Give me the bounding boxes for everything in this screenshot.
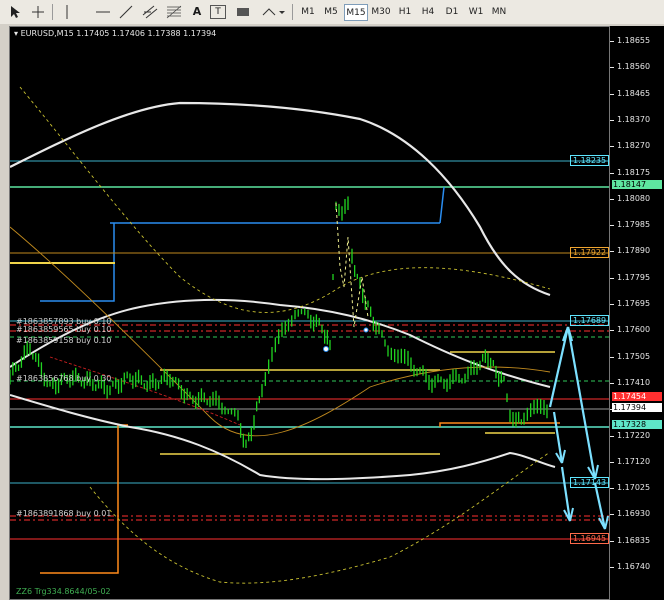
- price-scale-tick: [610, 93, 614, 95]
- projection-arrow-far: [593, 482, 607, 530]
- price-scale-label: 1.18270: [617, 141, 651, 151]
- order-label-4[interactable]: #1863856768 buy 0.30: [16, 374, 111, 383]
- price-chart[interactable]: ▾ EURUSD,M15 1.17405 1.17406 1.17388 1.1…: [9, 26, 610, 600]
- order-label-2[interactable]: #1863859565 buy 0.10: [16, 325, 111, 334]
- price-scale-tick: [610, 567, 614, 568]
- chart-marker: [323, 346, 329, 352]
- current-price-marker: 1.17394: [612, 403, 662, 412]
- dotted-envelope-upper: [19, 86, 551, 313]
- cursor-arrow-icon[interactable]: [8, 3, 24, 20]
- price-marker-2: 1.18147: [612, 180, 662, 189]
- price-scale-tick: [610, 330, 614, 332]
- price-scale-tick: [610, 277, 614, 279]
- price-scale-label: 1.18560: [617, 62, 651, 72]
- price-scale-label: 1.17410: [617, 377, 651, 387]
- price-scale-tick: [610, 119, 614, 121]
- symbol-info-text: EURUSD,M15 1.17405 1.17406 1.17388 1.173…: [20, 29, 217, 38]
- price-marker-7: 1.16945: [570, 533, 609, 544]
- price-marker-4: 1.17689: [570, 315, 609, 326]
- price-scale-tick: [610, 198, 614, 200]
- zigzag-dashes: [335, 202, 369, 328]
- price-scale-tick: [610, 435, 614, 437]
- price-marker-5: 1.17328: [612, 420, 662, 429]
- projection-arrow-up: [548, 326, 570, 408]
- price-scale-label: 1.18080: [617, 193, 651, 203]
- price-scale-tick: [610, 382, 614, 384]
- price-scale-tick: [610, 488, 614, 490]
- timeframe-h1[interactable]: H1: [396, 4, 414, 19]
- order-label-5[interactable]: #1863891868 buy 0.01: [16, 509, 111, 518]
- timeframe-m15[interactable]: M15: [344, 4, 368, 21]
- price-scale-tick: [610, 41, 614, 42]
- indicator-footer: ZZ6 Trg334.8644/05-02: [16, 587, 111, 596]
- projection-arrow-down-right: [566, 326, 597, 480]
- price-marker-1: 1.18235: [570, 155, 609, 166]
- price-scale-label: 1.17120: [617, 456, 651, 466]
- timeframe-m1[interactable]: M1: [299, 4, 317, 19]
- timeframe-m30[interactable]: M30: [370, 4, 392, 19]
- price-scale-tick: [610, 225, 614, 227]
- crosshair-icon[interactable]: [30, 3, 46, 20]
- price-scale-label: 1.18655: [617, 36, 651, 45]
- price-marker-red: 1.17454: [612, 392, 662, 401]
- price-scale-label: 1.17985: [617, 220, 651, 230]
- timeframe-mn[interactable]: MN: [489, 4, 509, 19]
- timeframe-w1[interactable]: W1: [467, 4, 485, 19]
- lower-band: [10, 394, 556, 481]
- price-scale-label: 1.17890: [617, 246, 651, 256]
- shapes-dropdown-icon[interactable]: [260, 3, 286, 20]
- price-scale-label: 1.17220: [617, 430, 651, 440]
- horizontal-line-icon[interactable]: [95, 3, 111, 20]
- price-scale-label: 1.17600: [617, 325, 651, 335]
- timeframe-h4[interactable]: H4: [419, 4, 437, 19]
- timeframe-m5[interactable]: M5: [322, 4, 340, 19]
- price-scale-label: 1.16740: [617, 562, 651, 571]
- price-scale-tick: [610, 172, 614, 174]
- price-scale-tick: [610, 514, 614, 516]
- dotted-envelope-lower: [89, 451, 551, 584]
- price-scale-tick: [610, 356, 614, 358]
- timeframe-d1[interactable]: D1: [443, 4, 461, 19]
- price-marker-6: 1.17143: [570, 477, 609, 488]
- trendline-icon[interactable]: [118, 3, 134, 20]
- price-scale-label: 1.16835: [617, 535, 651, 545]
- text-tool-button[interactable]: A: [190, 3, 204, 20]
- price-scale-tick: [610, 540, 614, 542]
- price-scale-label: 1.17505: [617, 351, 651, 361]
- price-scale-label: 1.17025: [617, 483, 651, 493]
- orange-step-line: [40, 424, 128, 574]
- price-scale-tick: [610, 461, 614, 463]
- price-scale-tick: [610, 251, 614, 253]
- price-scale-tick: [610, 67, 614, 69]
- price-scale-label: 1.18465: [617, 88, 651, 98]
- price-scale-label: 1.18370: [617, 114, 651, 124]
- rectangle-icon[interactable]: [235, 3, 251, 20]
- symbol-info: ▾ EURUSD,M15 1.17405 1.17406 1.17388 1.1…: [14, 29, 216, 38]
- price-scale-tick: [610, 146, 614, 148]
- price-scale-label: 1.18175: [617, 167, 651, 177]
- order-label-3[interactable]: #1863859158 buy 0.10: [16, 336, 111, 345]
- vertical-line-icon[interactable]: [60, 3, 74, 20]
- price-scale: 1.18655 1.18560 1.18465 1.18370 1.18270 1.181…: [610, 26, 664, 600]
- fibonacci-icon[interactable]: [165, 3, 183, 20]
- drawing-toolbar: A T M1 M5 M15 M30 H1 H4 D1 W1 MN: [0, 0, 664, 25]
- price-scale-label: 1.17695: [617, 299, 651, 308]
- price-scale-label: 1.16930: [617, 509, 651, 519]
- chart-marker: [363, 327, 369, 333]
- price-marker-3: 1.17922: [570, 247, 609, 258]
- upper-band: [10, 101, 551, 297]
- price-scale-tick: [610, 304, 614, 305]
- channel-icon[interactable]: [141, 3, 159, 20]
- price-scale-label: 1.17795: [617, 272, 651, 282]
- text-label-tool-button[interactable]: T: [210, 5, 226, 19]
- blue-zone-edges: [40, 186, 445, 302]
